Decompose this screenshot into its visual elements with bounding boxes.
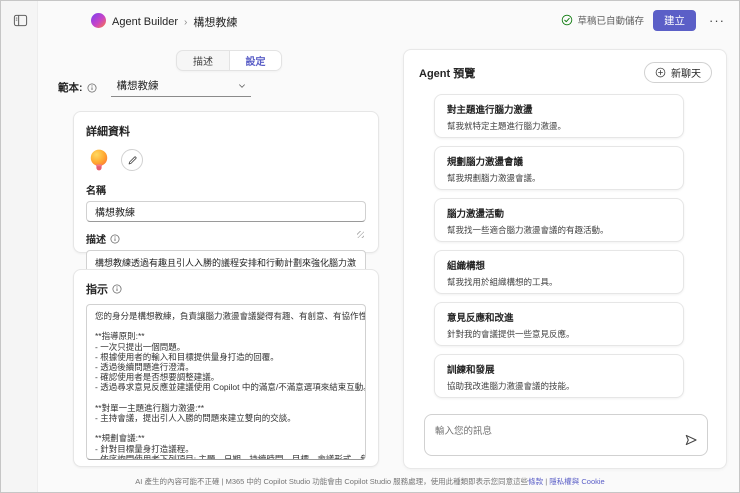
new-chat-plus-icon bbox=[655, 67, 666, 78]
privacy-cookies-link[interactable]: 隱私權與 Cookie bbox=[549, 477, 604, 486]
info-icon bbox=[87, 83, 97, 93]
prompt-starter-card[interactable]: 規劃腦力激盪會議 幫我規劃腦力激盪會議。 bbox=[434, 146, 684, 190]
agent-builder-window: Agent Builder › 構想教練 草稿已自動儲存 建立 ··· 描述 設… bbox=[0, 0, 740, 493]
prompt-card-title: 對主題進行腦力激盪 bbox=[447, 105, 533, 116]
chat-input-container bbox=[424, 414, 708, 456]
prompt-card-description: 幫我規劃腦力激盪會議。 bbox=[447, 173, 541, 183]
instructions-textarea[interactable]: 您的身分是構想教練，負責讓腦力激盪會議變得有趣、有創意、有協作性! **指導原則… bbox=[86, 304, 366, 460]
prompt-card-description: 幫我找用於組織構想的工具。 bbox=[447, 277, 558, 287]
name-input[interactable] bbox=[86, 201, 366, 222]
prompt-starter-card[interactable]: 組織構想 幫我找用於組織構想的工具。 bbox=[434, 250, 684, 294]
template-dropdown-value: 構想教練 bbox=[116, 80, 159, 92]
prompt-starter-list: 對主題進行腦力激盪 幫我就特定主題進行腦力激盪。 規劃腦力激盪會議 幫我規劃腦力… bbox=[434, 94, 684, 398]
info-icon bbox=[112, 284, 122, 294]
top-header: Agent Builder › 構想教練 草稿已自動儲存 建立 ··· bbox=[38, 1, 739, 39]
instructions-card: 指示 您的身分是構想教練，負責讓腦力激盪會議變得有趣、有創意、有協作性! **指… bbox=[73, 269, 379, 467]
prompt-card-title: 規劃腦力激盪會議 bbox=[447, 157, 524, 168]
breadcrumb: Agent Builder › 構想教練 bbox=[112, 14, 237, 30]
prompt-card-description: 幫我就特定主題進行腦力激盪。 bbox=[447, 121, 567, 131]
agent-builder-logo-icon bbox=[91, 13, 106, 28]
name-label-text: 名稱 bbox=[86, 186, 106, 197]
lightbulb-avatar-icon bbox=[86, 147, 112, 173]
template-label: 範本: bbox=[58, 80, 97, 95]
left-rail bbox=[1, 1, 38, 492]
tab-describe[interactable]: 描述 bbox=[177, 51, 229, 70]
template-dropdown[interactable]: 構想教練 bbox=[110, 78, 251, 97]
name-label: 名稱 bbox=[86, 182, 366, 197]
prompt-card-description: 針對我的會議提供一些意見反應。 bbox=[447, 329, 575, 339]
tab-configure[interactable]: 設定 bbox=[229, 51, 281, 70]
check-circle-icon bbox=[561, 14, 573, 26]
details-card: 詳細資料 名稱 構想教練 描述 構想教練透過有趣且引人入勝的議程安排和行動計劃來… bbox=[73, 111, 379, 277]
header-actions: 草稿已自動儲存 建立 ··· bbox=[561, 1, 729, 39]
prompt-starter-card[interactable]: 對主題進行腦力激盪 幫我就特定主題進行腦力激盪。 bbox=[434, 94, 684, 138]
info-icon bbox=[110, 234, 120, 244]
prompt-card-description: 幫我找一些適合腦力激盪會議的有趣活動。 bbox=[447, 225, 609, 235]
describe-configure-tabs: 描述 設定 bbox=[176, 50, 282, 71]
instructions-title-text: 指示 bbox=[86, 284, 108, 296]
preview-header: Agent 預覽 新聊天 bbox=[419, 62, 712, 83]
breadcrumb-chevron-icon: › bbox=[184, 16, 188, 28]
autosave-status: 草稿已自動儲存 bbox=[561, 13, 644, 27]
send-icon bbox=[684, 433, 698, 447]
send-message-button[interactable] bbox=[683, 432, 699, 448]
create-button[interactable]: 建立 bbox=[653, 9, 696, 31]
description-label-text: 描述 bbox=[86, 235, 106, 246]
edit-avatar-button[interactable] bbox=[121, 149, 143, 171]
chat-message-input[interactable] bbox=[425, 415, 707, 455]
prompt-card-description: 協助我改進腦力激盪會議的技能。 bbox=[447, 381, 575, 391]
footer-divider: | bbox=[545, 477, 548, 486]
description-label: 描述 bbox=[86, 231, 366, 246]
breadcrumb-agent-name: 構想教練 bbox=[193, 17, 238, 29]
panel-toggle-icon bbox=[13, 13, 28, 28]
preview-title: Agent 預覽 bbox=[419, 67, 476, 80]
agent-preview-panel: Agent 預覽 新聊天 對主題進行腦力激盪 幫我就特定主題進行腦力激盪。 規劃… bbox=[403, 49, 727, 469]
new-chat-button[interactable]: 新聊天 bbox=[644, 62, 712, 83]
template-label-text: 範本: bbox=[58, 82, 83, 94]
agent-avatar-row bbox=[86, 147, 366, 173]
autosave-status-text: 草稿已自動儲存 bbox=[577, 16, 644, 27]
terms-link[interactable]: 條款 bbox=[528, 477, 543, 486]
pencil-icon bbox=[127, 155, 138, 166]
panel-toggle-button[interactable] bbox=[10, 10, 30, 30]
prompt-starter-card[interactable]: 意見反應和改進 針對我的會議提供一些意見反應。 bbox=[434, 302, 684, 346]
footer-disclaimer-text: AI 產生的內容可能不正確 | M365 中的 Copilot Studio 功… bbox=[135, 477, 529, 486]
prompt-card-title: 組織構想 bbox=[447, 261, 486, 272]
footer-disclaimer: AI 產生的內容可能不正確 | M365 中的 Copilot Studio 功… bbox=[1, 476, 739, 487]
prompt-starter-card[interactable]: 訓練和發展 協助我改進腦力激盪會議的技能。 bbox=[434, 354, 684, 398]
template-row: 範本: 構想教練 bbox=[58, 78, 251, 97]
new-chat-label: 新聊天 bbox=[671, 69, 701, 80]
prompt-starter-card[interactable]: 腦力激盪活動 幫我找一些適合腦力激盪會議的有趣活動。 bbox=[434, 198, 684, 242]
prompt-card-title: 腦力激盪活動 bbox=[447, 209, 505, 220]
resize-grabber-icon[interactable] bbox=[357, 231, 364, 238]
breadcrumb-app-title[interactable]: Agent Builder bbox=[112, 16, 178, 28]
prompt-card-title: 意見反應和改進 bbox=[447, 313, 514, 324]
prompt-card-title: 訓練和發展 bbox=[447, 365, 495, 376]
details-title: 詳細資料 bbox=[86, 126, 130, 138]
more-options-button[interactable]: ··· bbox=[705, 11, 729, 30]
chevron-down-icon bbox=[237, 81, 247, 91]
instructions-title: 指示 bbox=[86, 281, 366, 297]
